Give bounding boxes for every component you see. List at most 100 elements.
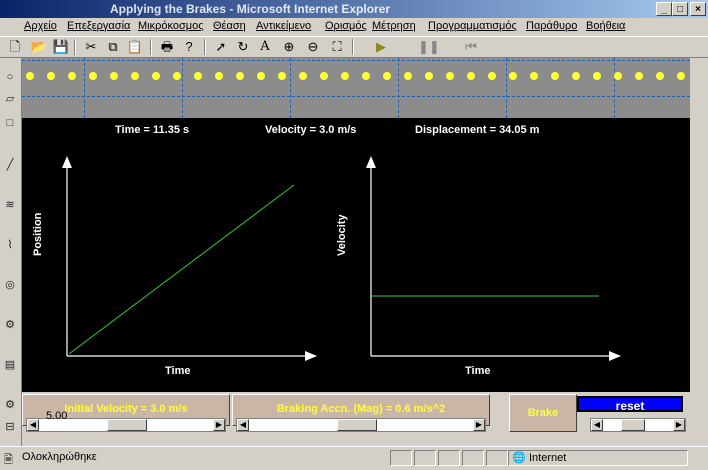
open-icon[interactable]: 📂 bbox=[30, 39, 48, 55]
status-cell bbox=[414, 450, 436, 466]
rectangle-tool-icon[interactable]: □ bbox=[3, 116, 17, 130]
track-dot bbox=[593, 72, 601, 80]
menu-object[interactable]: Αντικείμενο bbox=[256, 20, 311, 32]
track-dot bbox=[425, 72, 433, 80]
menu-measure[interactable]: Μέτρηση bbox=[372, 20, 416, 32]
slider-left-arrow-icon[interactable]: ◀ bbox=[237, 419, 249, 431]
rotate-icon[interactable]: ↻ bbox=[234, 39, 252, 55]
track-dot bbox=[257, 72, 265, 80]
print-icon[interactable]: 🖶 bbox=[158, 39, 176, 55]
slider-thumb[interactable] bbox=[337, 419, 377, 431]
text-tool-icon[interactable]: A bbox=[256, 39, 274, 55]
reset-slider[interactable]: ◀ ▶ bbox=[590, 418, 686, 432]
zoom-out-icon[interactable]: ⊖ bbox=[304, 39, 322, 55]
minimize-button[interactable]: _ bbox=[656, 2, 672, 16]
pause-icon[interactable]: ❚❚ bbox=[418, 39, 440, 55]
reset-button[interactable]: reset bbox=[577, 396, 683, 413]
velocity-time-label: Time bbox=[465, 365, 491, 377]
toolbar-separator bbox=[204, 39, 206, 55]
status-cell bbox=[486, 450, 508, 466]
track-dot bbox=[278, 72, 286, 80]
paste-icon[interactable]: 📋 bbox=[126, 39, 144, 55]
toolbar-separator bbox=[352, 39, 354, 55]
slider-tool-icon[interactable]: ⊟ bbox=[3, 420, 17, 434]
track-dot bbox=[215, 72, 223, 80]
zoom-in-icon[interactable]: ⊕ bbox=[280, 39, 298, 55]
circle-tool-icon[interactable]: ○ bbox=[3, 70, 17, 84]
close-button[interactable]: × bbox=[690, 2, 706, 16]
position-series-line bbox=[68, 184, 295, 355]
track-dot bbox=[446, 72, 454, 80]
braking-accn-label: Braking Accn. (Mag) = 0.6 m/s^2 bbox=[276, 403, 446, 415]
menu-view[interactable]: Θέαση bbox=[213, 20, 246, 32]
simulation-canvas: Time = 11.35 s Velocity = 3.0 m/s Displa… bbox=[22, 118, 690, 392]
status-cell bbox=[438, 450, 460, 466]
track-dot bbox=[299, 72, 307, 80]
meter-tool-icon[interactable]: ▤ bbox=[3, 358, 17, 372]
line-tool-icon[interactable]: ╱ bbox=[3, 158, 17, 172]
velocity-axis-label: Velocity bbox=[336, 214, 348, 256]
slider-right-arrow-icon[interactable]: ▶ bbox=[673, 419, 685, 431]
slider-left-arrow-icon[interactable]: ◀ bbox=[591, 419, 603, 431]
slider-thumb[interactable] bbox=[107, 419, 147, 431]
track-dot bbox=[68, 72, 76, 80]
track-dot bbox=[89, 72, 97, 80]
velocity-y-arrow bbox=[366, 156, 376, 168]
tool-palette: ○ ▱ □ ╱ ≋ ⌇ ◎ ⚙ ▤ ⚙ ⊟ bbox=[0, 58, 22, 446]
menu-help[interactable]: Βοήθεια bbox=[586, 20, 625, 32]
maximize-button[interactable]: □ bbox=[672, 2, 688, 16]
track-dot bbox=[572, 72, 580, 80]
track-dot bbox=[341, 72, 349, 80]
reset-button-label: reset bbox=[615, 399, 645, 413]
grid-line bbox=[182, 58, 183, 118]
menu-window[interactable]: Παράθυρο bbox=[526, 20, 577, 32]
slider-right-arrow-icon[interactable]: ▶ bbox=[473, 419, 485, 431]
slider-right-arrow-icon[interactable]: ▶ bbox=[213, 419, 225, 431]
play-icon[interactable]: ▶ bbox=[372, 39, 390, 55]
graphs-svg bbox=[62, 156, 621, 361]
rewind-icon[interactable]: ⏮ bbox=[462, 39, 480, 55]
menu-microworld[interactable]: Μικρόκοσμος bbox=[138, 20, 204, 32]
track-dot bbox=[26, 72, 34, 80]
new-icon[interactable]: 🗋 bbox=[6, 39, 24, 55]
polygon-tool-icon[interactable]: ▱ bbox=[3, 92, 17, 106]
menu-programming[interactable]: Προγραμματισμός bbox=[428, 20, 517, 32]
menu-file[interactable]: Αρχείο bbox=[24, 20, 57, 32]
position-x-arrow bbox=[305, 351, 317, 361]
status-cell bbox=[462, 450, 484, 466]
copy-icon[interactable]: ⧉ bbox=[104, 39, 122, 55]
position-time-label: Time bbox=[165, 365, 191, 377]
track-dot bbox=[152, 72, 160, 80]
brake-button-label: Brake bbox=[527, 407, 559, 419]
position-axis-label: Position bbox=[32, 212, 44, 256]
joint-tool-icon[interactable]: ◎ bbox=[3, 278, 17, 292]
track-dot bbox=[635, 72, 643, 80]
pointer-icon[interactable]: ➚ bbox=[212, 39, 230, 55]
menu-edit[interactable]: Επεξεργασία bbox=[67, 20, 130, 32]
slider-thumb[interactable] bbox=[621, 419, 645, 431]
grid-line bbox=[398, 58, 399, 118]
track-dot bbox=[530, 72, 538, 80]
track-dot bbox=[131, 72, 139, 80]
status-cell bbox=[390, 450, 412, 466]
gear-icon[interactable]: ⚙ bbox=[3, 398, 17, 412]
save-icon[interactable]: 💾 bbox=[52, 39, 70, 55]
fit-icon[interactable]: ⛶ bbox=[328, 39, 346, 55]
track-dot bbox=[614, 72, 622, 80]
cut-icon[interactable]: ✂ bbox=[82, 39, 100, 55]
help-icon[interactable]: ? bbox=[180, 39, 198, 55]
menu-define[interactable]: Ορισμός bbox=[325, 20, 367, 32]
track-dot bbox=[383, 72, 391, 80]
motor-tool-icon[interactable]: ⚙ bbox=[3, 318, 17, 332]
track-dot bbox=[467, 72, 475, 80]
grid-line bbox=[22, 96, 690, 97]
slider-left-arrow-icon[interactable]: ◀ bbox=[27, 419, 39, 431]
rope-tool-icon[interactable]: ⌇ bbox=[3, 238, 17, 252]
status-message: Ολοκληρώθηκε bbox=[22, 451, 97, 463]
braking-accn-slider[interactable]: ◀ ▶ bbox=[236, 418, 486, 432]
globe-icon: 🌐 bbox=[512, 452, 526, 464]
brake-button[interactable]: Brake bbox=[509, 394, 577, 432]
toolbar: 🗋 📂 💾 ✂ ⧉ 📋 🖶 ? ➚ ↻ A ⊕ ⊖ ⛶ ▶ ❚❚ ⏮ bbox=[0, 36, 708, 58]
track-dot bbox=[320, 72, 328, 80]
spring-tool-icon[interactable]: ≋ bbox=[3, 198, 17, 212]
